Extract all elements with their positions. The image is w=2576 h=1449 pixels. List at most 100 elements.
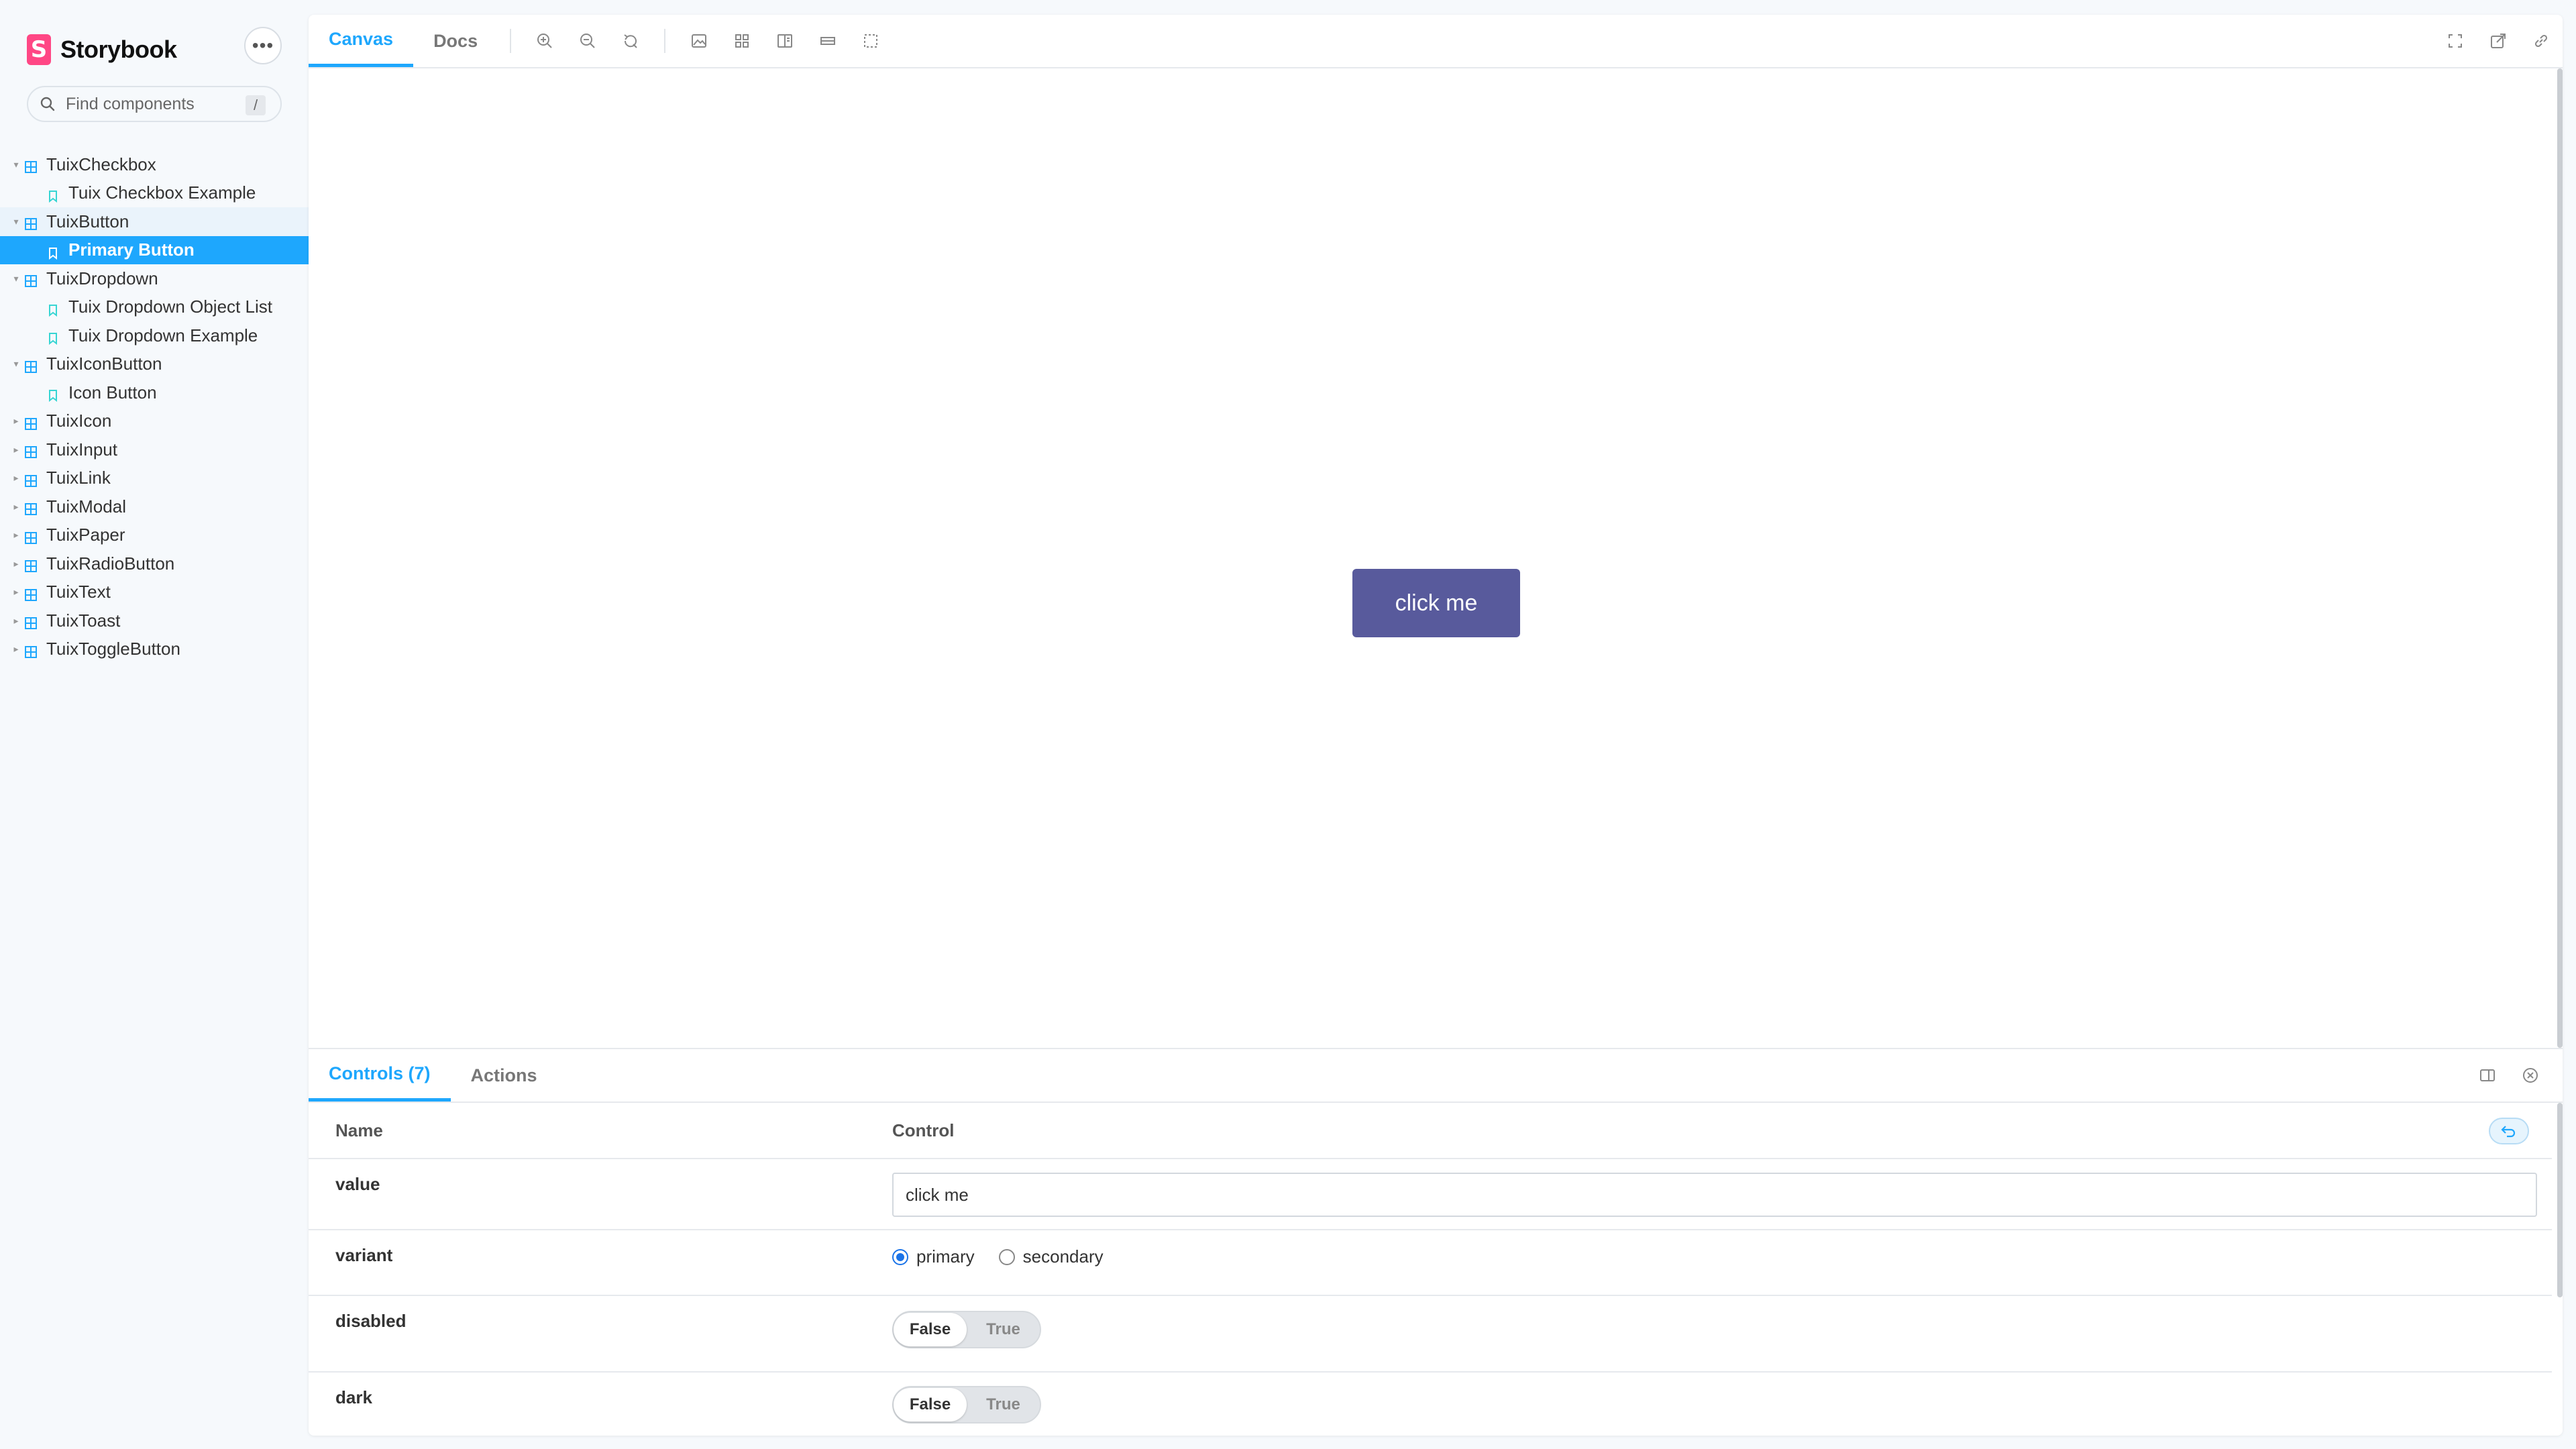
- control-name-dark: dark: [335, 1387, 372, 1407]
- sidebar-story-icon-button[interactable]: Icon Button: [0, 378, 309, 407]
- chevron-down-icon[interactable]: ▾: [12, 273, 20, 284]
- chevron-right-icon[interactable]: ▸: [12, 501, 20, 513]
- story-canvas: click me: [309, 68, 2563, 1048]
- chevron-right-icon[interactable]: ▸: [12, 643, 20, 655]
- sidebar-item-label: Primary Button: [68, 239, 195, 260]
- fullscreen-icon[interactable]: [2434, 15, 2477, 67]
- sidebar-component-tuixcheckbox[interactable]: ▾ TuixCheckbox: [0, 150, 309, 179]
- toolbar-divider: [664, 29, 666, 53]
- component-icon: [24, 500, 38, 516]
- sidebar-item-label: TuixIcon: [46, 411, 112, 431]
- chevron-right-icon[interactable]: ▸: [12, 415, 20, 427]
- control-row-disabled: disabled False True: [309, 1296, 2552, 1373]
- addons-tools: [2466, 1049, 2552, 1102]
- chevron-down-icon[interactable]: ▾: [12, 216, 20, 227]
- disabled-toggle[interactable]: False True: [892, 1311, 1041, 1348]
- sidebar-component-tuixtogglebutton[interactable]: ▸ TuixToggleButton: [0, 635, 309, 664]
- sidebar-component-tuixpaper[interactable]: ▸ TuixPaper: [0, 521, 309, 550]
- toolbar-right: [2434, 15, 2563, 67]
- sidebar-story-tuix-dropdown-example[interactable]: Tuix Dropdown Example: [0, 321, 309, 350]
- zoom-reset-icon[interactable]: [609, 15, 652, 67]
- sidebar-item-label: TuixIconButton: [46, 354, 162, 374]
- sidebar-component-tuixdropdown[interactable]: ▾ TuixDropdown: [0, 264, 309, 293]
- sidebar-story-tuix-dropdown-object-list[interactable]: Tuix Dropdown Object List: [0, 293, 309, 322]
- search-shortcut-badge: /: [246, 95, 266, 115]
- component-icon: [24, 614, 38, 630]
- search-input[interactable]: [64, 93, 241, 115]
- sidebar-item-label: TuixCheckbox: [46, 154, 156, 174]
- sidebar-component-tuixradiobutton[interactable]: ▸ TuixRadioButton: [0, 549, 309, 578]
- value-text-input[interactable]: [892, 1173, 2537, 1217]
- chevron-right-icon[interactable]: ▸: [12, 444, 20, 455]
- tab-docs[interactable]: Docs: [413, 15, 498, 67]
- component-icon: [24, 272, 38, 288]
- radio-primary[interactable]: [892, 1248, 908, 1265]
- chevron-right-icon[interactable]: ▸: [12, 586, 20, 598]
- sidebar-component-tuixiconbutton[interactable]: ▾ TuixIconButton: [0, 350, 309, 379]
- disabled-toggle-false[interactable]: False: [894, 1313, 967, 1346]
- bookmark-icon: [47, 301, 59, 317]
- search-bar[interactable]: /: [27, 86, 282, 122]
- reset-controls-button[interactable]: [2489, 1118, 2529, 1144]
- sidebar-story-primary-button[interactable]: Primary Button: [0, 235, 309, 264]
- component-icon: [24, 586, 38, 601]
- disabled-toggle-true[interactable]: True: [967, 1313, 1040, 1346]
- sidebar-menu-button[interactable]: •••: [244, 27, 282, 64]
- sidebar-story-tuix-checkbox-example[interactable]: Tuix Checkbox Example: [0, 179, 309, 208]
- close-panel-icon[interactable]: [2509, 1054, 2552, 1097]
- chevron-right-icon[interactable]: ▸: [12, 529, 20, 541]
- component-icon: [24, 643, 38, 658]
- column-header-name: Name: [335, 1120, 383, 1140]
- sidebar-item-label: TuixPaper: [46, 525, 125, 545]
- dark-toggle[interactable]: False True: [892, 1386, 1041, 1424]
- sidebar-item-label: TuixToast: [46, 610, 121, 631]
- measure-icon[interactable]: [806, 15, 849, 67]
- tab-controls[interactable]: Controls (7): [309, 1049, 451, 1102]
- copy-link-icon[interactable]: [2520, 15, 2563, 67]
- sidebar-component-tuixlink[interactable]: ▸ TuixLink: [0, 464, 309, 493]
- zoom-in-icon[interactable]: [523, 15, 566, 67]
- bookmark-icon: [47, 329, 59, 345]
- sidebar-component-tuixinput[interactable]: ▸ TuixInput: [0, 435, 309, 464]
- chevron-right-icon[interactable]: ▸: [12, 472, 20, 484]
- sidebar-item-label: TuixButton: [46, 211, 129, 231]
- addons-scrollbar[interactable]: [2557, 1103, 2563, 1297]
- tab-actions[interactable]: Actions: [451, 1049, 557, 1102]
- undo-icon: [2501, 1126, 2516, 1138]
- outline-icon[interactable]: [849, 15, 892, 67]
- storybook-logo[interactable]: S Storybook: [27, 30, 177, 70]
- radio-secondary[interactable]: [998, 1248, 1015, 1265]
- variant-radio-group: primary secondary: [892, 1246, 1128, 1267]
- primary-button-preview[interactable]: click me: [1352, 569, 1520, 637]
- sidebar-item-label: TuixText: [46, 582, 111, 602]
- main-panel: Canvas Docs click me Controls (7) Action…: [309, 15, 2563, 1436]
- panel-orientation-icon[interactable]: [2466, 1054, 2509, 1097]
- dark-toggle-false[interactable]: False: [894, 1388, 967, 1421]
- sidebar-component-tuixtext[interactable]: ▸ TuixText: [0, 578, 309, 607]
- tab-canvas[interactable]: Canvas: [309, 15, 414, 67]
- open-new-tab-icon[interactable]: [2477, 15, 2520, 67]
- sidebar-item-label: TuixModal: [46, 496, 126, 517]
- component-icon: [24, 557, 38, 573]
- sidebar-component-tuixtoast[interactable]: ▸ TuixToast: [0, 606, 309, 635]
- grid-icon[interactable]: [720, 15, 763, 67]
- control-row-variant: variant primary secondary: [309, 1230, 2552, 1296]
- viewport-icon[interactable]: [763, 15, 806, 67]
- chevron-down-icon[interactable]: ▾: [12, 159, 20, 170]
- chevron-right-icon[interactable]: ▸: [12, 615, 20, 627]
- control-row-dark: dark False True: [309, 1373, 2552, 1436]
- sidebar-component-tuixbutton[interactable]: ▾ TuixButton: [0, 207, 309, 236]
- chevron-right-icon[interactable]: ▸: [12, 558, 20, 570]
- radio-secondary-label[interactable]: secondary: [1023, 1246, 1104, 1267]
- background-icon[interactable]: [678, 15, 720, 67]
- chevron-down-icon[interactable]: ▾: [12, 358, 20, 370]
- sidebar-component-tuixmodal[interactable]: ▸ TuixModal: [0, 492, 309, 521]
- zoom-out-icon[interactable]: [566, 15, 609, 67]
- sidebar-item-label: TuixToggleButton: [46, 639, 180, 659]
- canvas-scrollbar[interactable]: [2557, 68, 2563, 1048]
- dark-toggle-true[interactable]: True: [967, 1388, 1040, 1421]
- radio-primary-label[interactable]: primary: [916, 1246, 975, 1267]
- toolbar: Canvas Docs: [309, 15, 2563, 68]
- sidebar-item-label: TuixRadioButton: [46, 553, 175, 574]
- sidebar-component-tuixicon[interactable]: ▸ TuixIcon: [0, 407, 309, 436]
